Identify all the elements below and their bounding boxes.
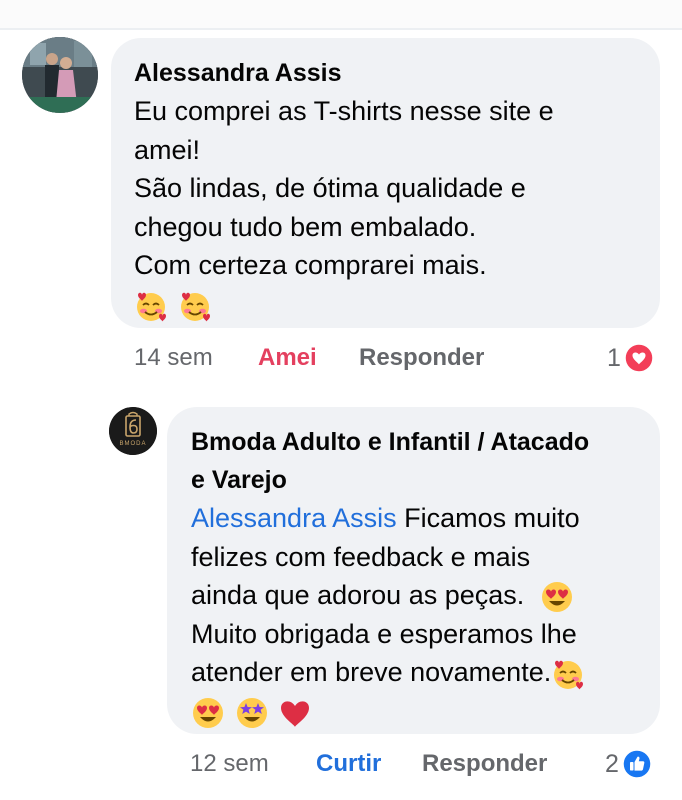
star-struck-icon bbox=[236, 698, 267, 729]
red-heart-icon bbox=[281, 701, 310, 728]
comment-emoji-row bbox=[134, 285, 636, 325]
comment-time[interactable]: 14 sem bbox=[134, 341, 213, 375]
comment-author[interactable]: Alessandra Assis bbox=[134, 54, 636, 92]
comment-reaction-summary[interactable]: 1 bbox=[607, 341, 654, 375]
smiling-face-with-hearts-icon bbox=[180, 293, 210, 322]
mention-link[interactable]: Alessandra Assis bbox=[191, 503, 397, 533]
comment-bubble: Alessandra Assis Eu comprei as T-shirts … bbox=[111, 38, 660, 328]
reply-button[interactable]: Responder bbox=[422, 747, 547, 781]
reaction-count: 1 bbox=[607, 343, 621, 372]
reply-actions: 12 sem Curtir Responder bbox=[190, 747, 590, 781]
comment-line: chegou tudo bem embalado. bbox=[134, 211, 477, 242]
reaction-count: 2 bbox=[605, 749, 619, 778]
reply-line-text: Ficamos muito bbox=[396, 503, 580, 533]
comment-text: Eu comprei as T-shirts nesse site e amei… bbox=[134, 92, 636, 325]
reply-emoji-row bbox=[191, 692, 636, 732]
smiling-face-with-hearts-icon bbox=[554, 660, 584, 690]
reply-button[interactable]: Responder bbox=[359, 341, 484, 375]
reply-line: ainda que adorou as peças. bbox=[191, 576, 636, 615]
page-avatar[interactable]: BMODA bbox=[109, 407, 157, 455]
like-button[interactable]: Curtir bbox=[316, 747, 381, 781]
reply-author-line: e Varejo bbox=[191, 466, 287, 494]
comment-line: São lindas, de ótima qualidade e bbox=[134, 173, 526, 203]
heart-eyes-icon bbox=[193, 698, 223, 729]
reply-time[interactable]: 12 sem bbox=[190, 747, 269, 781]
heart-eyes-icon bbox=[541, 581, 572, 612]
logo-text: BMODA bbox=[119, 441, 146, 447]
reply-line: felizes com feedback e mais bbox=[191, 541, 531, 572]
reply-author[interactable]: Bmoda Adulto e Infantil / Atacado e Vare… bbox=[191, 423, 636, 499]
comment-actions: 14 sem Amei Responder bbox=[134, 341, 534, 375]
comment-line: amei! bbox=[134, 134, 201, 165]
avatar[interactable] bbox=[22, 37, 98, 113]
reply-author-line: Bmoda Adulto e Infantil / Atacado bbox=[191, 428, 590, 456]
like-thumb-icon bbox=[622, 749, 652, 779]
reply-line-text: ainda que adorou as peças. bbox=[191, 580, 525, 610]
reply-line-text: atender em breve novamente. bbox=[191, 657, 552, 687]
reply-reaction-summary[interactable]: 2 bbox=[605, 747, 652, 781]
love-heart-icon bbox=[624, 343, 654, 373]
reaction-button[interactable]: Amei bbox=[258, 341, 317, 375]
smiling-face-with-hearts-icon bbox=[137, 293, 166, 322]
reply-bubble: Bmoda Adulto e Infantil / Atacado e Vare… bbox=[167, 407, 660, 734]
top-divider bbox=[0, 0, 682, 30]
reply-line: atender em breve novamente. bbox=[191, 653, 636, 692]
comment-line: Eu comprei as T-shirts nesse site e bbox=[134, 96, 554, 126]
bmoda-logo-icon: BMODA bbox=[109, 407, 157, 455]
reply-line: Muito obrigada e esperamos lhe bbox=[191, 618, 577, 649]
reply-text: Alessandra Assis Ficamos muito felizes c… bbox=[191, 499, 636, 732]
comment-line: Com certeza comprarei mais. bbox=[134, 250, 487, 280]
avatar-photo bbox=[22, 37, 98, 113]
reply-line: Alessandra Assis Ficamos muito bbox=[191, 499, 636, 538]
